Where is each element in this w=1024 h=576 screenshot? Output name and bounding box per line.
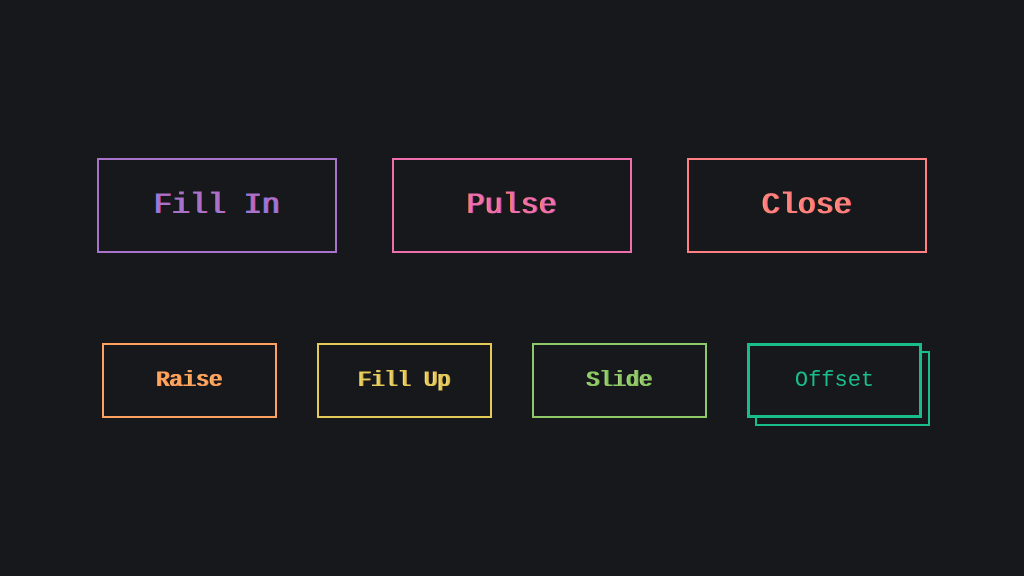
button-row-top: Fill In Pulse Close — [97, 158, 927, 253]
raise-button[interactable]: Raise — [102, 343, 277, 418]
fill-in-button[interactable]: Fill In — [97, 158, 337, 253]
pulse-button[interactable]: Pulse — [392, 158, 632, 253]
fill-up-button[interactable]: Fill Up — [317, 343, 492, 418]
slide-button[interactable]: Slide — [532, 343, 707, 418]
close-button[interactable]: Close — [687, 158, 927, 253]
button-row-bottom: Raise Fill Up Slide Offset — [102, 343, 922, 418]
offset-button[interactable]: Offset — [747, 343, 922, 418]
